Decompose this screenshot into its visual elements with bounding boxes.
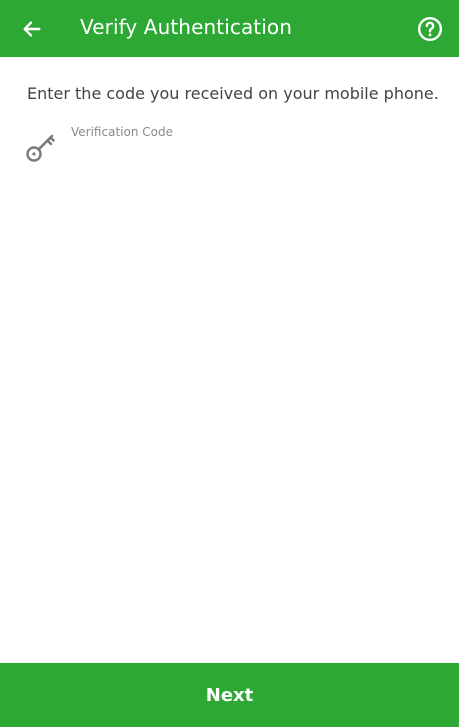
app-bar: Verify Authentication: [0, 0, 459, 57]
arrow-left-icon: [23, 21, 41, 37]
back-button[interactable]: [12, 9, 52, 49]
page-title: Verify Authentication: [80, 15, 293, 39]
next-button[interactable]: Next: [0, 663, 459, 727]
help-button[interactable]: [410, 9, 450, 49]
key-icon: [26, 134, 55, 162]
verification-code-field[interactable]: Verification Code: [24, 120, 434, 170]
verification-code-input[interactable]: [71, 142, 431, 166]
instruction-text: Enter the code you received on your mobi…: [27, 84, 439, 103]
verification-code-label: Verification Code: [71, 125, 173, 139]
help-circle-icon: [417, 16, 443, 42]
